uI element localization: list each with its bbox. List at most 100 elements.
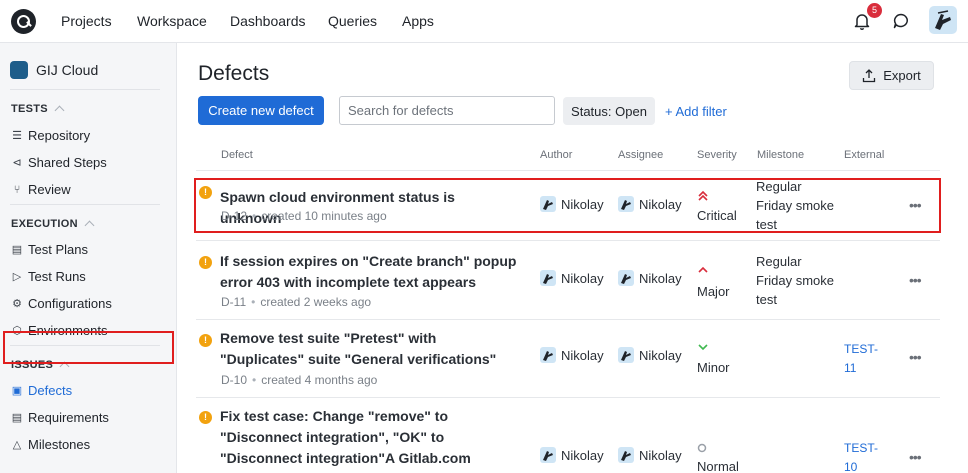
defect-created: created 2 weeks ago [260, 295, 372, 309]
column-header-severity[interactable]: Severity [697, 149, 737, 161]
table-divider [196, 319, 940, 320]
defect-meta: D-10 • created 4 months ago [221, 373, 378, 387]
sidebar-item-requirements[interactable]: ▤ Requirements [11, 410, 109, 425]
defect-created: created 4 months ago [261, 373, 378, 387]
defect-id: D-10 [221, 373, 248, 387]
nav-workspace[interactable]: Workspace [137, 13, 207, 29]
status-filter-button[interactable]: Status: Open [563, 97, 655, 125]
sidebar-item-repository[interactable]: ☰ Repository [11, 128, 90, 143]
avatar [540, 447, 556, 463]
avatar [618, 347, 634, 363]
merge-icon: ⑂ [13, 183, 21, 196]
list-tree-icon: ☰ [12, 129, 22, 142]
upload-icon [863, 68, 876, 82]
nav-queries[interactable]: Queries [328, 13, 377, 29]
defect-title[interactable]: If session expires on "Create branch" po… [220, 251, 520, 293]
export-button[interactable]: Export [849, 61, 934, 90]
sidebar-item-label: Configurations [28, 296, 112, 311]
sidebar-item-test-plans[interactable]: ▤ Test Plans [11, 242, 88, 257]
sidebar-item-label: Review [28, 182, 71, 197]
author: Nikolay [540, 447, 604, 463]
table-divider [196, 240, 940, 241]
section-tests-header[interactable]: TESTS [11, 103, 65, 116]
more-actions-icon[interactable]: ••• [909, 449, 922, 465]
severity-label: Minor [697, 360, 730, 375]
external-link[interactable]: TEST-10 [844, 439, 882, 473]
chevron-up-icon [54, 105, 65, 116]
chevron-down-icon [698, 344, 708, 351]
highlight-box-defects [3, 331, 174, 364]
document-icon: ▤ [11, 243, 23, 256]
table-divider [196, 397, 940, 398]
sidebar-item-label: Defects [28, 383, 73, 398]
avatar [540, 270, 556, 286]
assignee: Nikolay [618, 447, 682, 463]
sidebar-divider [10, 204, 160, 205]
column-header-author[interactable]: Author [540, 149, 572, 161]
severity-label: Major [697, 284, 730, 299]
column-header-defect[interactable]: Defect [221, 149, 253, 161]
sidebar-item-test-runs[interactable]: ▷ Test Runs [11, 269, 86, 284]
share-icon: ⊲ [12, 156, 22, 169]
milestone-label[interactable]: Regular Friday smoke test [756, 252, 836, 309]
section-execution-header[interactable]: EXECUTION [11, 218, 95, 231]
defect-title[interactable]: Fix test case: Change "remove" to "Disco… [220, 406, 520, 473]
wrench-icon: ⚙ [12, 297, 22, 310]
create-new-defect-button[interactable]: Create new defect [198, 96, 324, 125]
bug-icon: ▣ [11, 384, 23, 397]
sidebar-divider [10, 89, 160, 90]
assignee-name: Nikolay [639, 447, 682, 463]
sidebar-item-shared-steps[interactable]: ⊲ Shared Steps [11, 155, 106, 170]
highlight-box-row [194, 178, 941, 233]
warning-icon: ! [199, 411, 212, 424]
sidebar-item-label: Test Runs [28, 269, 86, 284]
column-header-external[interactable]: External [844, 149, 884, 161]
nav-apps[interactable]: Apps [402, 13, 434, 29]
assignee: Nikolay [618, 347, 682, 363]
more-actions-icon[interactable]: ••• [909, 272, 922, 288]
severity-label: Normal [697, 459, 739, 473]
top-navigation-bar: Projects Workspace Dashboards Queries Ap… [0, 0, 968, 43]
chat-icon[interactable] [892, 12, 910, 30]
project-name: GIJ Cloud [36, 62, 99, 78]
export-label: Export [883, 68, 921, 83]
defect-meta: D-11 • created 2 weeks ago [221, 295, 372, 309]
sidebar: GIJ Cloud TESTS ☰ Repository ⊲ Shared Step… [0, 43, 177, 473]
nav-projects[interactable]: Projects [61, 13, 112, 29]
avatar [618, 270, 634, 286]
chevron-up-icon [84, 220, 95, 231]
search-input[interactable] [339, 96, 555, 125]
more-actions-icon[interactable]: ••• [909, 349, 922, 365]
project-logo-icon [10, 61, 28, 79]
section-title: TESTS [11, 103, 48, 115]
section-title: EXECUTION [11, 218, 78, 230]
sidebar-item-label: Requirements [28, 410, 109, 425]
column-header-milestone[interactable]: Milestone [757, 149, 804, 161]
page-title: Defects [198, 62, 270, 85]
circle-icon [697, 443, 707, 453]
sidebar-item-milestones[interactable]: △ Milestones [11, 437, 90, 452]
warning-icon: ! [199, 256, 212, 269]
author-name: Nikolay [561, 447, 604, 463]
nav-dashboards[interactable]: Dashboards [230, 13, 306, 29]
sidebar-item-label: Repository [28, 128, 91, 143]
column-header-assignee[interactable]: Assignee [618, 149, 663, 161]
triangle-icon: △ [12, 438, 22, 451]
avatar [540, 347, 556, 363]
sidebar-item-defects[interactable]: ▣ Defects [11, 383, 72, 398]
add-filter-link[interactable]: + Add filter [665, 104, 727, 119]
defect-title[interactable]: Remove test suite "Pretest" with "Duplic… [220, 328, 520, 370]
notification-count-badge: 5 [867, 3, 882, 18]
assignee-name: Nikolay [639, 347, 682, 363]
play-icon: ▷ [12, 270, 22, 283]
user-avatar[interactable] [929, 6, 957, 34]
chevron-up-icon [698, 266, 708, 273]
app-logo-icon[interactable] [11, 9, 36, 34]
defect-id: D-11 [221, 295, 247, 309]
project-switcher[interactable]: GIJ Cloud [10, 61, 98, 79]
warning-icon: ! [199, 334, 212, 347]
sidebar-item-configurations[interactable]: ⚙ Configurations [11, 296, 112, 311]
sidebar-item-label: Test Plans [28, 242, 88, 257]
sidebar-item-review[interactable]: ⑂ Review [11, 182, 71, 197]
external-link[interactable]: TEST-11 [844, 340, 882, 378]
